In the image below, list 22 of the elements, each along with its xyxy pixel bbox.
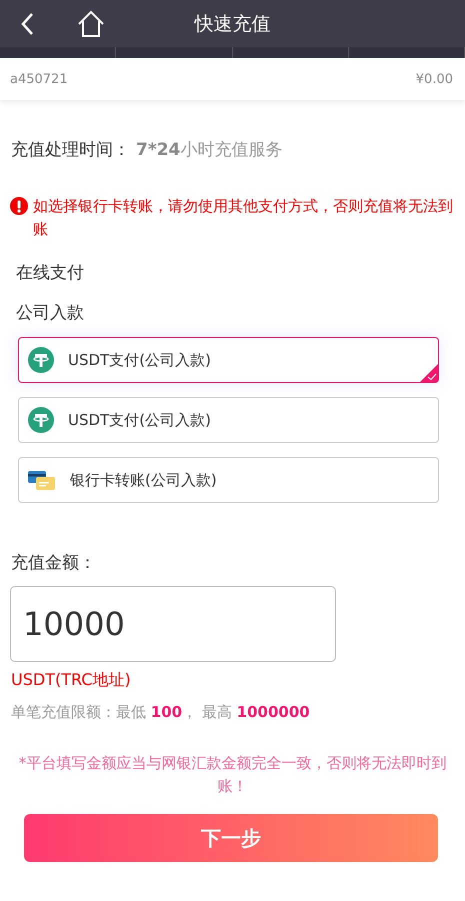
limit-text: 单笔充值限额：最低 100， 最高 1000000 [11, 703, 311, 722]
tether-icon [28, 347, 54, 373]
section-label[interactable]: 在线支付 [16, 261, 465, 283]
payment-option[interactable]: USDT支付(公司入款) [18, 337, 439, 383]
home-icon[interactable] [77, 10, 105, 38]
amount-label: 充值金额： [11, 552, 97, 574]
warning-text: 如选择银行卡转账，请勿使用其他支付方式，否则充值将无法到账 [33, 196, 453, 240]
back-icon[interactable] [20, 12, 34, 36]
section-label[interactable]: 公司入款 [16, 301, 465, 323]
username: a450721 [10, 72, 68, 86]
tether-icon [28, 407, 54, 433]
alert-icon [10, 197, 28, 215]
amount-field[interactable]: 10000 [10, 586, 336, 662]
card-icon [28, 469, 56, 491]
processing-time: 充值处理时间： 7*24小时充值服务 [11, 139, 284, 161]
page-title: 快速充值 [194, 12, 270, 36]
payment-option[interactable]: 银行卡转账(公司入款) [18, 457, 439, 503]
network-label: USDT(TRC地址) [11, 670, 132, 691]
notice-text: *平台填写金额应当与网银汇款金额完全一致，否则将无法即时到账！ [18, 753, 448, 797]
payment-option[interactable]: USDT支付(公司入款) [18, 397, 439, 443]
check-corner-icon [420, 364, 438, 382]
balance: ¥0.00 [416, 72, 453, 86]
